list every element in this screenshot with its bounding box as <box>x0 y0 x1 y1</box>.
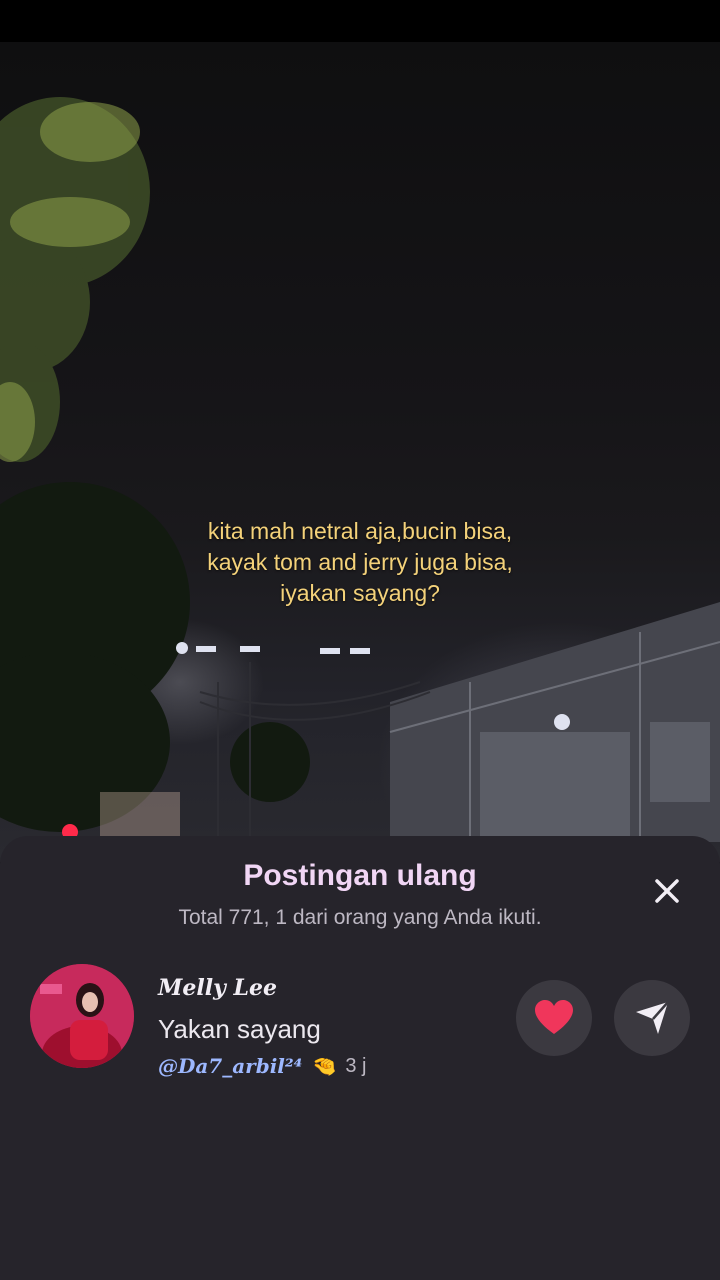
close-icon <box>655 879 679 903</box>
timestamp: 3 j <box>345 1054 367 1077</box>
heart-icon <box>535 1000 573 1034</box>
status-bar <box>0 0 720 42</box>
post-photo[interactable]: kita mah netral aja,bucin bisa, kayak to… <box>0 42 720 862</box>
close-button[interactable] <box>646 870 688 912</box>
repost-count: Total 771, 1 dari orang yang Anda ikuti. <box>178 906 542 929</box>
avatar[interactable] <box>30 964 134 1068</box>
avatar-image <box>30 964 134 1068</box>
meta-row: @Da7_arbil²⁴ 🤏 3 j <box>158 1052 366 1080</box>
send-icon <box>636 1001 669 1034</box>
caption-line: kita mah netral aja,bucin bisa, <box>207 518 513 544</box>
user-name[interactable]: Melly Lee <box>158 974 277 1002</box>
photo-caption: kita mah netral aja,bucin bisa, kayak to… <box>0 516 720 609</box>
mention-link[interactable]: @Da7_arbil²⁴ <box>158 1054 302 1078</box>
sheet-title: Postingan ulang <box>243 859 477 892</box>
caption-line: iyakan sayang? <box>280 580 440 606</box>
caption-line: kayak tom and jerry juga bisa, <box>207 549 513 575</box>
screen: kita mah netral aja,bucin bisa, kayak to… <box>0 0 720 1280</box>
repost-comment: Yakan sayang <box>158 1014 321 1044</box>
repost-list-item[interactable]: Melly Lee Yakan sayang @Da7_arbil²⁴ 🤏 3 … <box>0 962 720 1082</box>
like-button[interactable] <box>516 980 592 1056</box>
send-button[interactable] <box>614 980 690 1056</box>
pinching-hand-emoji: 🤏 <box>312 1054 338 1078</box>
night-street-scene <box>0 97 720 842</box>
repost-sheet: Postingan ulang Total 771, 1 dari orang … <box>0 836 720 1280</box>
